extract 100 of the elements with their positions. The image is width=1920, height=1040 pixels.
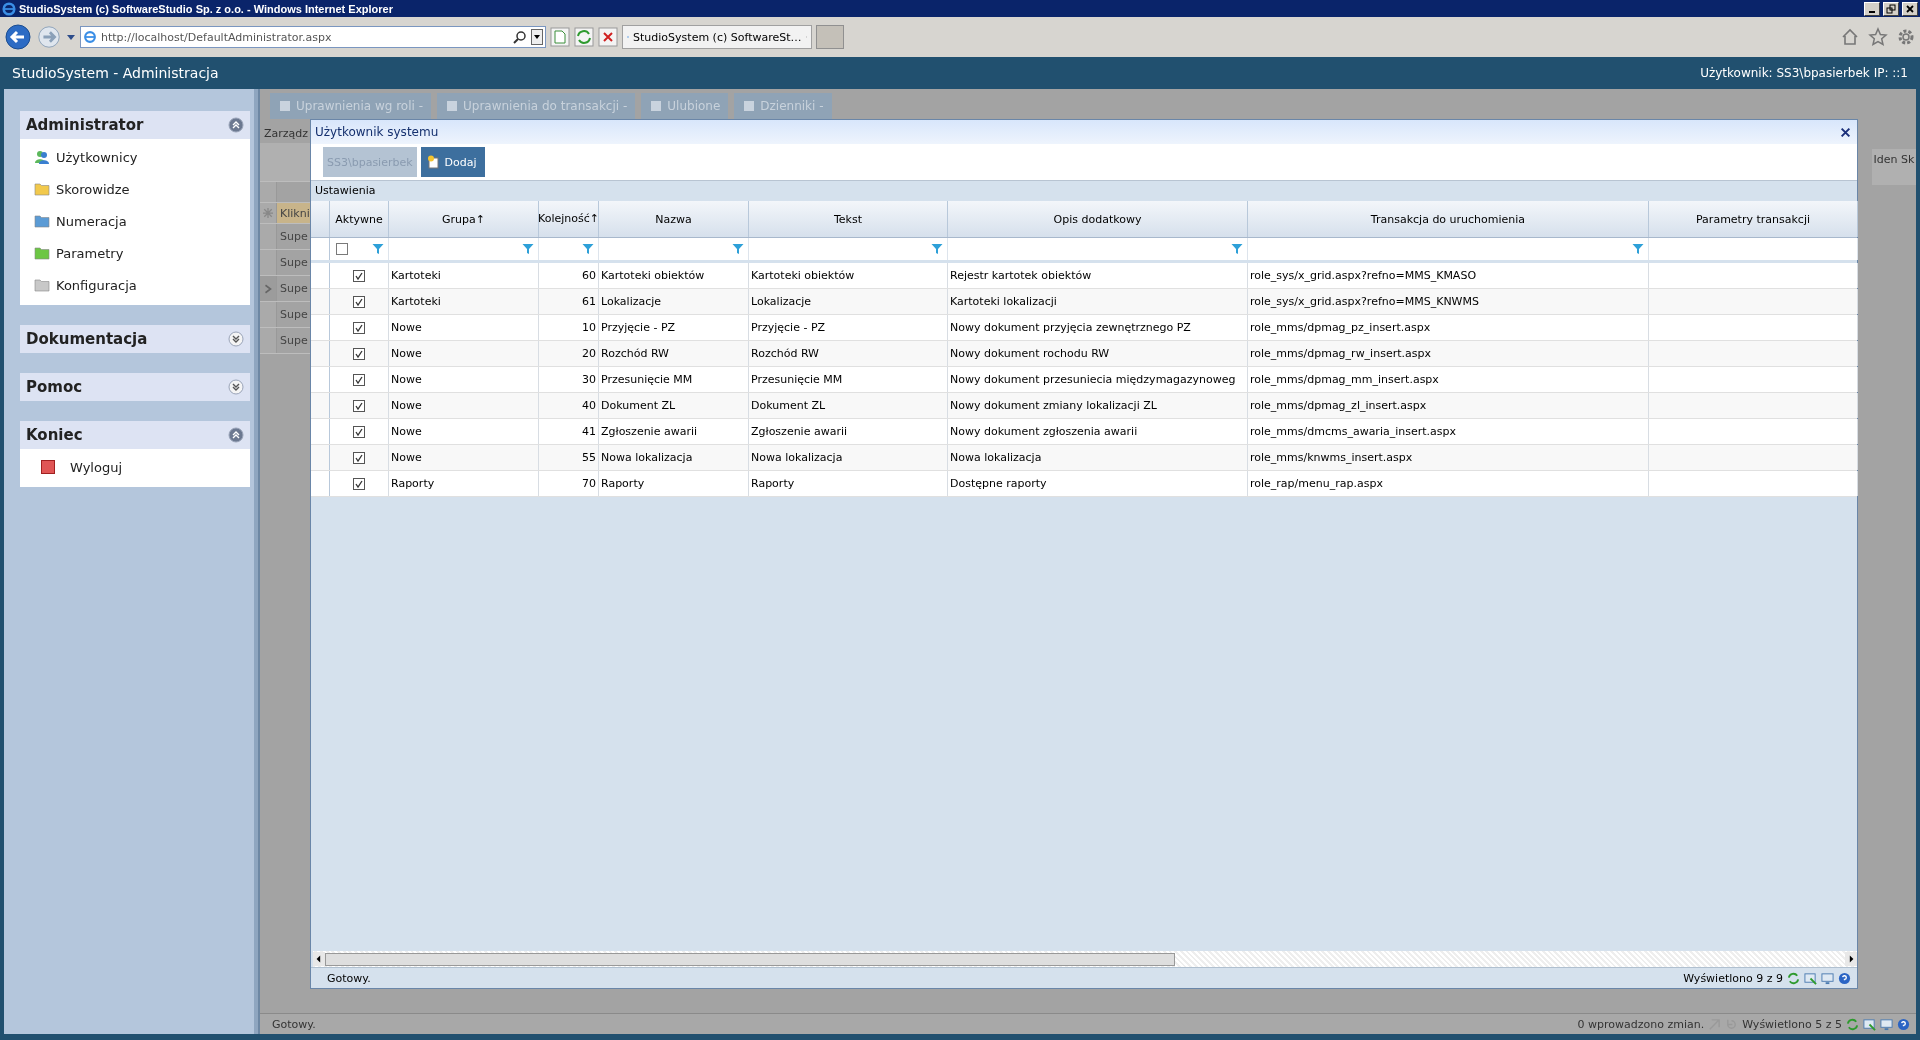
table-cell-text: Supe [279, 255, 309, 271]
row-selector[interactable] [260, 276, 277, 301]
dropdown-button[interactable] [531, 29, 543, 45]
checkbox[interactable] [353, 373, 365, 386]
table-cell: Nowa lokalizacja [751, 451, 843, 464]
table-cell: Nowy dokument rochodu RW [950, 347, 1110, 360]
monitor-icon[interactable] [1821, 971, 1834, 985]
checkbox[interactable] [353, 347, 365, 360]
collapse-icon[interactable] [228, 427, 244, 443]
settings-icon[interactable] [1896, 27, 1916, 47]
table-cell: Kartoteki obiektów [601, 269, 705, 282]
table-cell: Raporty [391, 477, 435, 490]
star-icon[interactable] [1868, 27, 1888, 47]
compatibility-icon[interactable] [550, 27, 570, 47]
column-header[interactable]: Opis dodatkowy [948, 201, 1248, 237]
checkbox[interactable] [353, 451, 365, 464]
panel-header[interactable]: Dokumentacja [20, 325, 250, 353]
table-cell: Kartoteki [391, 295, 441, 308]
table-cell: 10 [582, 321, 596, 334]
export-icon[interactable] [1804, 971, 1817, 985]
column-header[interactable]: Grupa↑ [389, 201, 539, 237]
search-icon[interactable] [513, 30, 527, 44]
table-cell-text: Supe [279, 307, 309, 323]
column-header[interactable]: Transakcja do uruchomienia [1248, 201, 1649, 237]
checkbox[interactable] [353, 477, 365, 490]
home-icon[interactable] [1840, 27, 1860, 47]
collapse-icon[interactable] [228, 117, 244, 133]
sidebar-item[interactable]: Użytkownicy [20, 141, 250, 173]
minimize-button[interactable] [1864, 1, 1880, 16]
tab-icon [278, 99, 292, 113]
status-text: Gotowy. [272, 1017, 316, 1031]
scroll-right-icon[interactable] [1845, 952, 1857, 966]
browser-tab[interactable]: StudioSystem (c) SoftwareSt… [622, 25, 812, 49]
column-header[interactable]: Kolejność↑ [539, 201, 599, 237]
checkbox[interactable] [353, 425, 365, 438]
toolbar-button[interactable]: Dodaj [420, 147, 485, 177]
table-cell: Nowy dokument zgłoszenia awarii [950, 425, 1138, 438]
filter-icon[interactable] [582, 243, 594, 255]
changes-count: 0 wprowadzono zmian. [1577, 1017, 1705, 1031]
filter-icon[interactable] [732, 243, 744, 255]
close-icon[interactable] [1840, 126, 1851, 138]
refresh-icon[interactable] [1787, 971, 1800, 985]
close-icon [1905, 3, 1915, 14]
expand-icon[interactable] [228, 379, 244, 395]
checkbox[interactable] [353, 321, 365, 334]
panel-header[interactable]: Pomoc [20, 373, 250, 401]
scroll-left-icon[interactable] [313, 952, 325, 966]
table-cell: Nowe [391, 425, 422, 438]
monitor-icon[interactable] [1880, 1017, 1893, 1031]
table-cell: role_sys/x_grid.aspx?refno=MMS_KMASO [1250, 269, 1477, 282]
address-field[interactable]: http://localhost/DefaultAdministrator.aspx [80, 26, 546, 48]
filter-icon[interactable] [1632, 243, 1644, 255]
table-cell: Nowe [391, 373, 422, 386]
export-icon[interactable] [1863, 1017, 1876, 1031]
table-cell: Lokalizacje [601, 295, 662, 308]
filter-icon[interactable] [931, 243, 943, 255]
column-header: Iden Sk [1872, 149, 1916, 185]
sidebar-item[interactable]: Numeracja [20, 205, 250, 237]
table-cell: 70 [582, 477, 596, 490]
checkbox[interactable] [353, 295, 365, 308]
sidebar-item[interactable]: Parametry [20, 237, 250, 269]
new-row-cell[interactable]: Klikni [277, 203, 310, 223]
new-tab-button[interactable] [816, 25, 844, 49]
sidebar-item[interactable]: Skorowidze [20, 173, 250, 205]
app-title: StudioSystem - Administracja [12, 65, 219, 81]
filter-icon[interactable] [1231, 243, 1243, 255]
filter-checkbox[interactable] [336, 243, 348, 255]
stop-icon[interactable] [598, 27, 618, 47]
column-header[interactable]: Aktywne [330, 201, 389, 237]
table-cell: Nowe [391, 347, 422, 360]
table-cell: 61 [582, 295, 596, 308]
close-button[interactable] [1902, 1, 1918, 16]
filter-icon[interactable] [522, 243, 534, 255]
checkbox[interactable] [353, 399, 365, 412]
panel-header[interactable]: Koniec [20, 421, 250, 449]
restore-button[interactable] [1883, 1, 1899, 16]
caret-icon[interactable] [66, 32, 76, 42]
expand-icon[interactable] [228, 331, 244, 347]
table-cell: role_mms/knwms_insert.aspx [1250, 451, 1413, 464]
refresh-icon[interactable] [574, 27, 594, 47]
table-cell: Nowy dokument zmiany lokalizacji ZL [950, 399, 1157, 412]
table-cell: role_mms/dpmag_zl_insert.aspx [1250, 399, 1427, 412]
browser-logo-icon [2, 1, 16, 16]
user-info: Użytkownik: SS3\bpasierbek IP: ::1 [1700, 66, 1908, 80]
filter-icon[interactable] [372, 243, 384, 255]
table-cell: Przyjęcie - PZ [601, 321, 676, 334]
help-icon[interactable] [1897, 1017, 1910, 1031]
back-button[interactable] [4, 23, 32, 51]
checkbox[interactable] [353, 269, 365, 282]
table-cell: role_mms/dpmag_rw_insert.aspx [1250, 347, 1431, 360]
column-header[interactable]: Parametry transakcji [1649, 201, 1858, 237]
refresh-icon[interactable] [1846, 1017, 1859, 1031]
table-cell: Nowy dokument przesuniecia międzymagazynoweg [950, 373, 1236, 386]
panel-header[interactable]: Administrator [20, 111, 250, 139]
sidebar-item[interactable]: Konfiguracja [20, 269, 250, 301]
column-header[interactable]: Nazwa [599, 201, 749, 237]
scrollbar-thumb[interactable] [325, 952, 1175, 966]
help-icon[interactable] [1838, 971, 1851, 985]
column-header[interactable]: Tekst [749, 201, 948, 237]
horizontal-scrollbar[interactable] [313, 951, 1857, 967]
